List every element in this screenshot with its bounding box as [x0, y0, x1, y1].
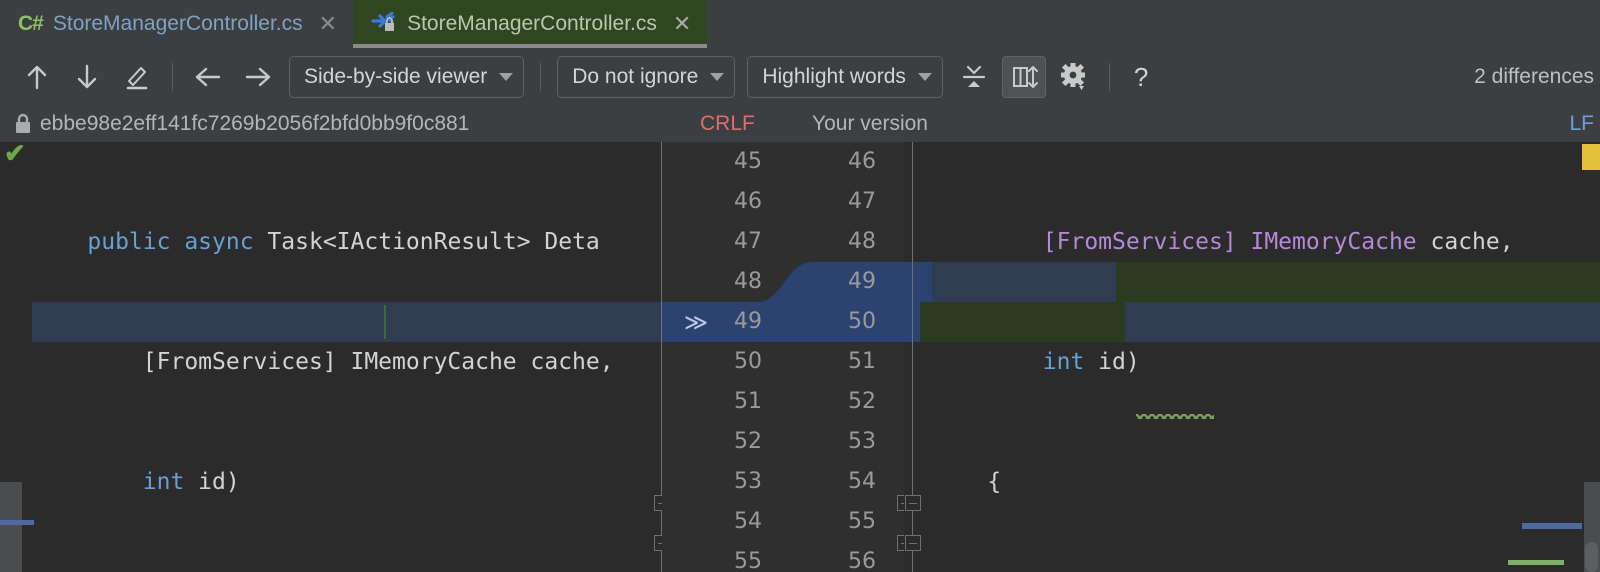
tab-label: StoreManagerController.cs [407, 12, 657, 35]
help-icon[interactable]: ? [1120, 62, 1162, 93]
left-revision-info: ebbe98e2eff141fc7269b2056f2bfd0bb9f0c881 [14, 106, 469, 142]
line-number: 49 [734, 309, 762, 334]
editor-tab-bar: C# StoreManagerController.cs ✕ StoreMana… [0, 0, 1600, 48]
code-line: int id) [932, 349, 1140, 375]
inserted-line-bar [1508, 560, 1564, 565]
line-number: 55 [734, 549, 762, 572]
line-number: 49 [848, 269, 876, 294]
fold-marker[interactable] [905, 495, 921, 511]
left-editor-pane[interactable]: ✔ public async Task<IActionResult> Deta … [0, 142, 662, 572]
left-line-separator[interactable]: CRLF [700, 106, 755, 142]
edit-icon[interactable] [115, 56, 159, 98]
chevron-down-icon [917, 73, 932, 81]
line-number: 50 [734, 349, 762, 374]
tab-label: StoreManagerController.cs [52, 12, 303, 35]
tab-storemanagercontroller-cs[interactable]: C# StoreManagerController.cs ✕ [0, 0, 354, 48]
revision-hash: ebbe98e2eff141fc7269b2056f2bfd0bb9f0c881 [40, 112, 470, 135]
right-line-separator[interactable]: LF [1569, 106, 1594, 142]
warning-marker [1582, 144, 1600, 170]
whitespace-mode-select[interactable]: Do not ignore [557, 56, 736, 98]
line-number: 54 [734, 509, 762, 534]
right-version-title: Your version [812, 112, 928, 135]
next-difference-icon[interactable] [65, 56, 109, 98]
fold-marker[interactable] [897, 495, 904, 511]
line-number: 50 [848, 309, 876, 334]
apply-left-icon[interactable] [186, 56, 230, 98]
lock-icon [14, 113, 32, 135]
code-line: { [932, 469, 1002, 495]
line-number: 54 [848, 469, 876, 494]
line-number: 47 [848, 189, 876, 214]
toolbar-separator [540, 63, 542, 91]
line-number: 53 [848, 429, 876, 454]
fold-marker[interactable] [654, 495, 662, 511]
diff-editor: ✔ public async Task<IActionResult> Deta … [0, 142, 1600, 572]
chevron-down-icon [710, 73, 725, 81]
viewer-mode-select[interactable]: Side-by-side viewer [289, 56, 525, 98]
fold-marker[interactable] [654, 535, 662, 551]
line-number: 48 [848, 229, 876, 254]
line-number: 52 [734, 429, 762, 454]
occurrence-marker [1522, 523, 1582, 529]
whitespace-mode-label: Do not ignore [572, 65, 699, 88]
left-code-content: public async Task<IActionResult> Deta [F… [32, 142, 614, 572]
chevron-down-icon [499, 73, 514, 81]
highlight-mode-label: Highlight words [762, 65, 906, 88]
diff-lock-icon [371, 12, 397, 36]
line-number: 55 [848, 509, 876, 534]
right-editor-pane[interactable]: [FromServices] IMemoryCache cache, int i… [904, 142, 1600, 572]
toolbar-separator [172, 63, 173, 91]
csharp-icon: C# [18, 12, 44, 35]
code-line: int id) [32, 469, 240, 495]
highlight-mode-select[interactable]: Highlight words [747, 56, 943, 98]
line-number: 46 [848, 149, 876, 174]
fold-marker[interactable] [905, 535, 921, 551]
vertical-scrollbar[interactable] [1585, 542, 1598, 572]
left-change-marker [0, 520, 34, 525]
collapse-unchanged-icon[interactable] [952, 56, 996, 98]
line-number: 45 [734, 149, 762, 174]
code-line: [FromServices] IMemoryCache cache, [1042, 229, 1514, 255]
apply-change-chevron-icon[interactable]: ≫ [684, 302, 708, 342]
viewer-mode-label: Side-by-side viewer [304, 65, 488, 88]
line-number: 46 [734, 189, 762, 214]
line-number: 51 [734, 389, 762, 414]
close-icon[interactable]: ✕ [319, 13, 337, 35]
line-number: 52 [848, 389, 876, 414]
left-overview-strip[interactable] [0, 482, 22, 572]
difference-count-label: 2 differences [1474, 65, 1594, 88]
line-number: 48 [734, 269, 762, 294]
tab-storemanagercontroller-cs-diff[interactable]: StoreManagerController.cs ✕ [353, 0, 708, 48]
diff-viewer-window: C# StoreManagerController.cs ✕ StoreMana… [0, 0, 1600, 572]
line-number: 47 [734, 229, 762, 254]
previous-difference-icon[interactable] [15, 56, 59, 98]
revision-info-bar: ebbe98e2eff141fc7269b2056f2bfd0bb9f0c881… [0, 106, 1600, 142]
diff-toolbar: Side-by-side viewer Do not ignore Highli… [0, 48, 1600, 106]
close-icon[interactable]: ✕ [673, 13, 691, 35]
warning-squiggle [1136, 414, 1214, 419]
fold-marker[interactable] [897, 535, 904, 551]
toolbar-separator [1108, 63, 1110, 91]
code-line: public async Task<IActionResult> Deta [32, 229, 600, 255]
diff-gutter: ≫ 45 46 47 48 49 50 51 52 53 54 55 46 47… [662, 142, 904, 572]
right-code-content: [FromServices] IMemoryCache cache, int i… [932, 142, 1541, 572]
code-line: [FromServices] IMemoryCache cache, [32, 349, 614, 375]
apply-right-icon[interactable] [236, 56, 280, 98]
line-number: 51 [848, 349, 876, 374]
synchronize-scroll-icon[interactable] [1001, 56, 1046, 98]
line-number: 53 [734, 469, 762, 494]
line-number: 56 [848, 549, 876, 572]
inspection-ok-check-icon: ✔ [4, 142, 26, 168]
gear-icon[interactable] [1052, 56, 1096, 98]
